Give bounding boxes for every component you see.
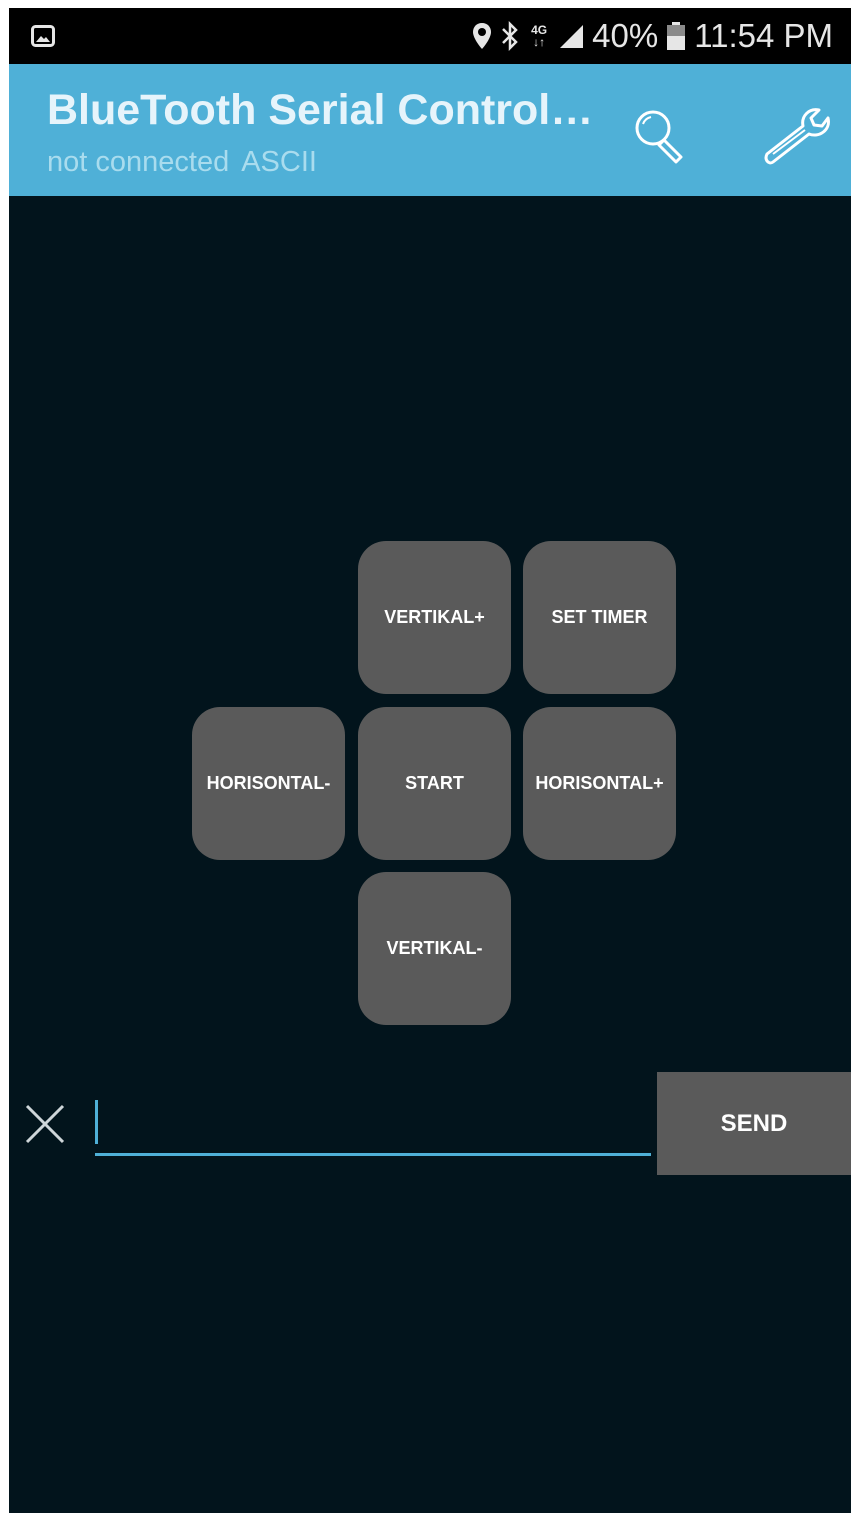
send-button[interactable]: SEND — [657, 1072, 851, 1175]
horisontal-minus-label: HORISONTAL- — [206, 773, 331, 793]
bluetooth-icon — [502, 21, 518, 51]
app-title: BlueTooth Serial Control… — [47, 86, 594, 134]
set-timer-button[interactable]: SET TIMER — [523, 541, 676, 694]
start-label: START — [405, 773, 464, 793]
battery-percent: 40% — [592, 17, 659, 54]
horisontal-minus-button[interactable]: HORISONTAL- — [192, 707, 345, 860]
text-cursor — [95, 1100, 98, 1144]
horisontal-plus-label: HORISONTAL+ — [535, 773, 664, 793]
location-pin-icon — [473, 23, 492, 49]
battery-icon — [667, 22, 686, 50]
signal-icon — [560, 25, 584, 48]
vertikal-minus-label: VERTIKAL- — [386, 938, 483, 958]
mode-label: ASCII — [241, 146, 317, 178]
clock: 11:54 PM — [694, 17, 833, 54]
connection-status: not connected — [47, 146, 230, 178]
app-subtitle: not connected ASCII — [47, 146, 317, 179]
network-label: 4G — [531, 23, 548, 37]
wrench-icon[interactable] — [761, 104, 831, 168]
vertikal-minus-button[interactable]: VERTIKAL- — [358, 872, 511, 1025]
close-icon[interactable] — [23, 1102, 67, 1146]
network-4g-icon: 4G ↓↑ — [531, 23, 548, 49]
action-bar: BlueTooth Serial Control… not connected A… — [9, 64, 851, 196]
status-icons: 4G ↓↑ 40% 11:54 PM — [464, 8, 833, 64]
vertikal-plus-button[interactable]: VERTIKAL+ — [358, 541, 511, 694]
start-button[interactable]: START — [358, 707, 511, 860]
gallery-icon — [31, 25, 55, 47]
horisontal-plus-button[interactable]: HORISONTAL+ — [523, 707, 676, 860]
set-timer-label: SET TIMER — [551, 607, 648, 627]
app-screen: 4G ↓↑ 40% 11:54 PM BlueTooth Serial Contr… — [9, 8, 851, 1513]
send-label: SEND — [720, 1109, 788, 1137]
vertikal-plus-label: VERTIKAL+ — [384, 607, 485, 627]
message-input[interactable] — [95, 1094, 651, 1156]
status-bar: 4G ↓↑ 40% 11:54 PM — [9, 8, 851, 64]
search-icon[interactable] — [629, 104, 693, 168]
